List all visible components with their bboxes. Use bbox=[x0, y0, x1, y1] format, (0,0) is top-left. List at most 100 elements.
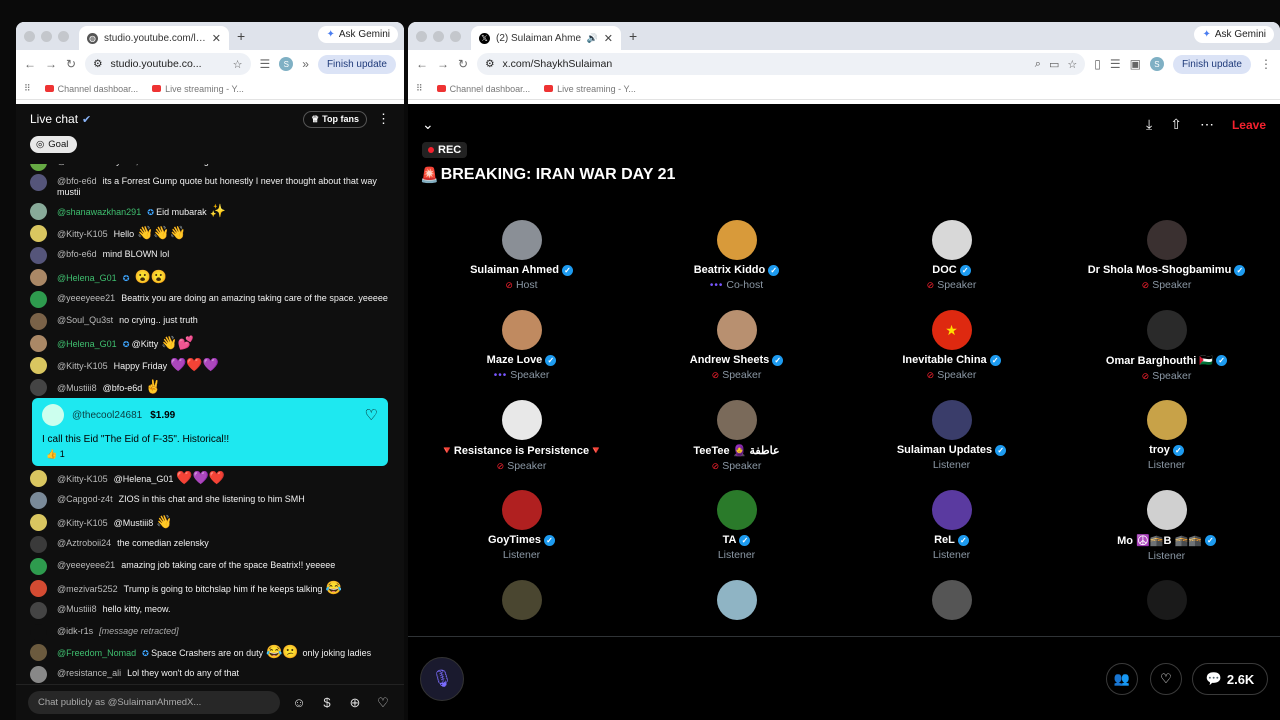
participant[interactable]: ★ Inevitable China ✓ ⊘ Speaker bbox=[844, 310, 1059, 400]
chat-input[interactable]: Chat publicly as @SulaimanAhmedX... bbox=[28, 691, 280, 714]
message-author[interactable]: @resistance_ali bbox=[57, 668, 121, 678]
message-author[interactable]: @shanawazkhan291 bbox=[57, 207, 141, 217]
split-icon[interactable]: ▣ bbox=[1130, 57, 1141, 71]
participant-avatar[interactable] bbox=[501, 220, 542, 260]
participant[interactable]: troy ✓ Listener bbox=[1059, 400, 1274, 490]
super-chat-icon[interactable]: $ bbox=[318, 694, 336, 712]
participant[interactable] bbox=[629, 580, 844, 636]
close-tab-icon[interactable]: ✕ bbox=[604, 32, 613, 45]
avatar[interactable] bbox=[30, 666, 47, 683]
participants-button[interactable]: 👥 bbox=[1106, 663, 1138, 695]
avatar[interactable] bbox=[30, 624, 47, 641]
message-author[interactable]: @yeeeyeee21 bbox=[57, 560, 115, 570]
message-author[interactable]: @Helena_G01 bbox=[57, 273, 117, 283]
chat-message[interactable]: @Capgod-z4t ZIOS in this chat and she lis… bbox=[16, 492, 404, 509]
profile-avatar[interactable]: S bbox=[279, 57, 294, 71]
zoom-icon[interactable]: ⌕ bbox=[1035, 58, 1041, 71]
avatar[interactable] bbox=[30, 203, 47, 220]
chat-message[interactable]: @yeeeyeee21 Beatrix you are doing an amaz… bbox=[16, 291, 404, 308]
cast-icon[interactable]: ▭ bbox=[1049, 58, 1059, 71]
new-tab-button[interactable]: + bbox=[629, 28, 637, 44]
thumbs-up-icon[interactable]: 👍 bbox=[46, 449, 60, 459]
chat-message[interactable]: @Freedom_Nomad ✪ Space Crashers are on du… bbox=[16, 644, 404, 661]
leave-button[interactable]: Leave bbox=[1232, 118, 1266, 132]
emoji-icon[interactable]: ☺ bbox=[290, 694, 308, 712]
bookmark-star-icon[interactable]: ☆ bbox=[1067, 58, 1077, 71]
chat-message[interactable]: @Kitty-K105 Hello 👋👋👋 bbox=[16, 225, 404, 242]
avatar[interactable] bbox=[30, 602, 47, 619]
participant[interactable]: Mo ☮️🕋B 🕋🕋 ✓ Listener bbox=[1059, 490, 1274, 580]
avatar[interactable] bbox=[42, 404, 64, 426]
participant-avatar[interactable] bbox=[716, 490, 757, 530]
message-author[interactable]: @Helena_G01 bbox=[57, 339, 117, 349]
forward-icon[interactable]: → bbox=[45, 57, 57, 71]
participant[interactable]: Maze Love ✓ ••• Speaker bbox=[414, 310, 629, 400]
collapse-chevron-icon[interactable]: ⌄ bbox=[422, 116, 434, 133]
chat-messages[interactable]: @wonkabeer yeah, a few minutes ago @bfo-e6… bbox=[16, 164, 404, 690]
site-settings-icon[interactable]: ⚙ bbox=[485, 58, 494, 70]
chat-message[interactable]: @Kitty-K105 Happy Friday 💜❤️💜 bbox=[16, 357, 404, 374]
participant-avatar[interactable] bbox=[501, 310, 542, 350]
address-bar[interactable]: ⚙ studio.youtube.co... ☆ bbox=[85, 53, 251, 75]
avatar[interactable] bbox=[30, 247, 47, 264]
participant[interactable]: TeeTee 🧕 عاطفة ⊘ Speaker bbox=[629, 400, 844, 490]
microphone-button[interactable]: 🎙 bbox=[420, 657, 464, 701]
participant-avatar[interactable] bbox=[931, 490, 972, 530]
finish-update-button[interactable]: Finish update bbox=[1172, 54, 1251, 74]
chat-message[interactable]: @Mustiii8 hello kitty, meow. bbox=[16, 602, 404, 619]
participant[interactable]: Beatrix Kiddo ✓ ••• Co-host bbox=[629, 220, 844, 310]
browser-menu-icon[interactable]: ⋮ bbox=[1260, 57, 1272, 71]
apps-grid-icon[interactable]: ⠿ bbox=[416, 83, 423, 94]
participant[interactable]: 🔻Resistance is Persistence🔻 ⊘ Speaker bbox=[414, 400, 629, 490]
goal-button[interactable]: ◎ Goal bbox=[30, 136, 78, 153]
message-author[interactable]: @bfo-e6d bbox=[57, 249, 97, 259]
chat-message[interactable]: @resistance_ali Lol they won't do any of … bbox=[16, 666, 404, 683]
avatar[interactable] bbox=[30, 470, 47, 487]
participant-avatar[interactable] bbox=[931, 580, 972, 620]
message-author[interactable]: @Mustiii8 bbox=[57, 383, 97, 393]
chat-message[interactable]: @Aztroboii24 the comedian zelensky bbox=[16, 536, 404, 553]
finish-update-button[interactable]: Finish update bbox=[317, 54, 396, 74]
speaker-icon[interactable]: 🔊 bbox=[587, 33, 598, 44]
avatar[interactable] bbox=[30, 291, 47, 308]
reading-list-icon[interactable]: ☰ bbox=[1110, 57, 1121, 71]
share-heart-button[interactable]: ♡ bbox=[1150, 663, 1182, 695]
ask-gemini-button[interactable]: ✦ Ask Gemini bbox=[1194, 26, 1274, 43]
participant-avatar[interactable] bbox=[716, 310, 757, 350]
window-controls[interactable] bbox=[24, 30, 69, 42]
apps-grid-icon[interactable]: ⠿ bbox=[24, 83, 31, 94]
bookmark-live-streaming[interactable]: Live streaming - Y... bbox=[544, 84, 636, 94]
minimize-dock-icon[interactable]: ⤓ bbox=[1146, 116, 1152, 133]
participant[interactable]: GoyTimes ✓ Listener bbox=[414, 490, 629, 580]
participant[interactable]: Omar Barghouthi 🇵🇸 ✓ ⊘ Speaker bbox=[1059, 310, 1274, 400]
chat-message[interactable]: @idk-r1s [message retracted] bbox=[16, 624, 404, 641]
avatar[interactable] bbox=[30, 536, 47, 553]
participant[interactable]: TA ✓ Listener bbox=[629, 490, 844, 580]
avatar[interactable] bbox=[30, 225, 47, 242]
message-author[interactable]: @Kitty-K105 bbox=[57, 474, 108, 484]
back-icon[interactable]: ← bbox=[416, 57, 428, 71]
back-icon[interactable]: ← bbox=[24, 57, 36, 71]
participant[interactable] bbox=[414, 580, 629, 636]
participant[interactable]: DOC ✓ ⊘ Speaker bbox=[844, 220, 1059, 310]
message-author[interactable]: @wonkabeer bbox=[57, 164, 110, 166]
reload-icon[interactable]: ↻ bbox=[458, 57, 468, 71]
participant-avatar[interactable] bbox=[716, 220, 757, 260]
avatar[interactable] bbox=[30, 558, 47, 575]
super-chat-card[interactable]: @thecool24681 $1.99 ♡ I call this Eid "The … bbox=[32, 398, 388, 466]
participant-avatar[interactable] bbox=[1146, 490, 1187, 530]
participant[interactable]: Sulaiman Ahmed ✓ ⊘ Host bbox=[414, 220, 629, 310]
avatar[interactable] bbox=[30, 514, 47, 531]
avatar[interactable] bbox=[30, 313, 47, 330]
avatar[interactable] bbox=[30, 174, 47, 191]
chat-message[interactable]: @Mustiii8 @bfo-e6d ✌️ bbox=[16, 379, 404, 396]
forward-icon[interactable]: → bbox=[437, 57, 449, 71]
chat-message[interactable]: @mezivar5252 Trump is going to bitchslap … bbox=[16, 580, 404, 597]
message-author[interactable]: @Capgod-z4t bbox=[57, 494, 113, 504]
message-author[interactable]: @Kitty-K105 bbox=[57, 518, 108, 528]
ask-gemini-button[interactable]: ✦ Ask Gemini bbox=[318, 26, 398, 43]
avatar[interactable] bbox=[30, 379, 47, 396]
top-fans-button[interactable]: ♕ Top fans bbox=[303, 110, 367, 128]
window-controls[interactable] bbox=[416, 30, 461, 42]
chat-message[interactable]: @Helena_G01 ✪ 😮😮 bbox=[16, 269, 404, 286]
